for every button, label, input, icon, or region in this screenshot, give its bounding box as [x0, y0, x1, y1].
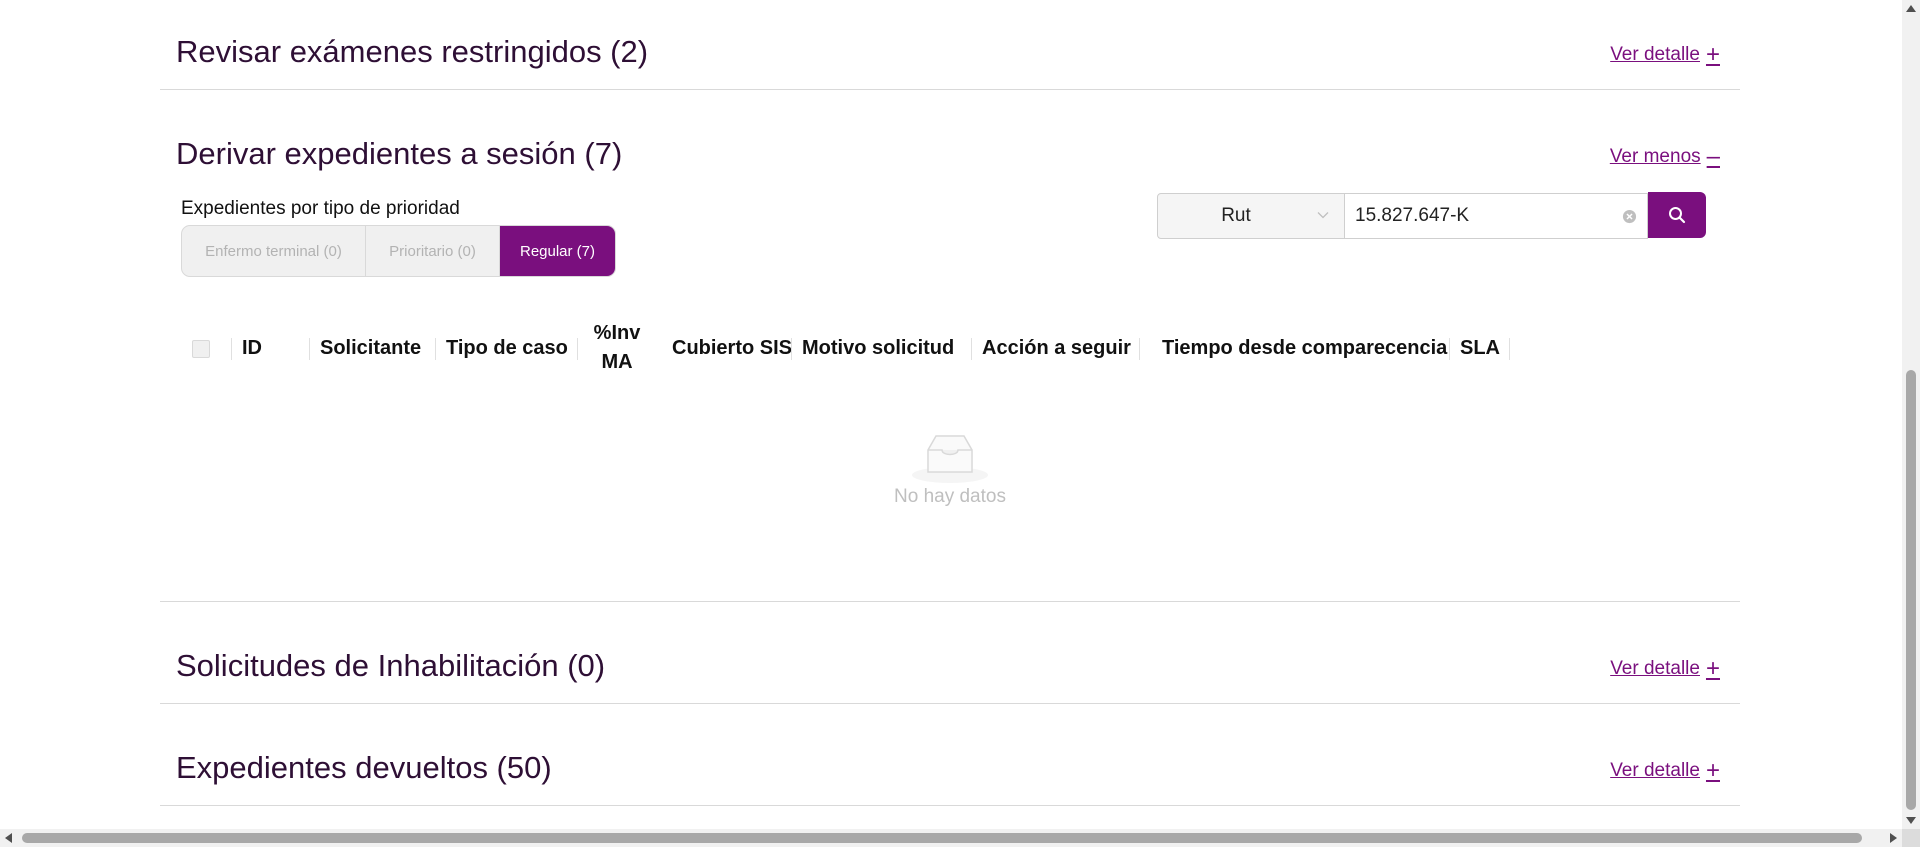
plus-icon: +: [1705, 757, 1720, 784]
link-label: Ver detalle: [1610, 658, 1700, 679]
section-header: Revisar exámenes restringidos (2) Ver de…: [160, 0, 1740, 89]
tab-regular[interactable]: Regular (7): [500, 226, 615, 276]
close-circle-icon[interactable]: [1622, 209, 1637, 224]
plus-icon: +: [1705, 41, 1720, 68]
search-type-select[interactable]: Rut: [1157, 193, 1345, 239]
vertical-scroll-thumb[interactable]: [1906, 370, 1916, 810]
scroll-left-arrow[interactable]: [5, 833, 12, 843]
view-detail-link[interactable]: Ver detalle +: [1610, 41, 1720, 68]
section-title: Expedientes devueltos (50): [176, 750, 552, 785]
col-header-id[interactable]: ID: [232, 318, 310, 378]
section-returned-files: Expedientes devueltos (50) Ver detalle +: [160, 704, 1740, 806]
section-inhabilitation: Solicitudes de Inhabilitación (0) Ver de…: [160, 602, 1740, 704]
section-derive-files: Derivar expedientes a sesión (7) Ver men…: [160, 90, 1740, 602]
content: Revisar exámenes restringidos (2) Ver de…: [160, 0, 1740, 806]
scrollbar-corner: [1902, 829, 1920, 847]
link-label: Ver detalle: [1610, 44, 1700, 65]
col-header-inv-ma[interactable]: %Inv MA: [578, 318, 656, 378]
select-all-cell: [170, 318, 232, 378]
scroll-down-arrow[interactable]: [1906, 817, 1916, 824]
link-label: Ver detalle: [1610, 760, 1700, 781]
col-header-tipo-caso[interactable]: Tipo de caso: [436, 318, 578, 378]
chevron-down-icon: [1317, 212, 1329, 219]
priority-label: Expedientes por tipo de prioridad: [181, 198, 460, 219]
col-header-motivo[interactable]: Motivo solicitud: [792, 318, 972, 378]
section-title: Revisar exámenes restringidos (2): [176, 34, 649, 69]
horizontal-scrollbar[interactable]: [0, 829, 1902, 847]
col-header-solicitante[interactable]: Solicitante: [310, 318, 436, 378]
search-group: Rut: [1157, 192, 1706, 239]
view-detail-link[interactable]: Ver detalle +: [1610, 655, 1720, 682]
section-header: Solicitudes de Inhabilitación (0) Ver de…: [160, 602, 1740, 703]
section-header: Expedientes devueltos (50) Ver detalle +: [160, 704, 1740, 805]
select-value: Rut: [1221, 205, 1251, 226]
search-button[interactable]: [1648, 192, 1706, 238]
section-body: Expedientes por tipo de prioridad Enferm…: [160, 90, 1740, 589]
select-all-checkbox[interactable]: [192, 340, 210, 358]
vertical-scrollbar[interactable]: [1902, 0, 1920, 829]
empty-inbox-icon: [912, 435, 988, 483]
col-header-accion[interactable]: Acción a seguir: [972, 318, 1140, 378]
section-restricted-exams: Revisar exámenes restringidos (2) Ver de…: [160, 0, 1740, 90]
search-input-wrapper: [1345, 193, 1648, 239]
search-input[interactable]: [1345, 194, 1615, 238]
page: Revisar exámenes restringidos (2) Ver de…: [0, 0, 1902, 829]
priority-segmented-control: Enfermo terminal (0) Prioritario (0) Reg…: [181, 225, 616, 277]
plus-icon: +: [1705, 655, 1720, 682]
col-header-tiempo[interactable]: Tiempo desde comparecencia: [1140, 318, 1450, 378]
tab-prioritario[interactable]: Prioritario (0): [366, 226, 500, 276]
horizontal-scroll-thumb[interactable]: [22, 833, 1862, 843]
view-detail-link[interactable]: Ver detalle +: [1610, 757, 1720, 784]
scroll-right-arrow[interactable]: [1890, 833, 1897, 843]
section-title: Solicitudes de Inhabilitación (0): [176, 648, 606, 683]
tab-enfermo-terminal[interactable]: Enfermo terminal (0): [182, 226, 366, 276]
scroll-up-arrow[interactable]: [1906, 5, 1916, 12]
col-header-sla[interactable]: SLA: [1450, 318, 1510, 378]
empty-text: No hay datos: [894, 486, 1006, 507]
search-icon: [1669, 207, 1686, 224]
col-header-cubierto-sis[interactable]: Cubierto SIS: [656, 318, 792, 378]
empty-state: No hay datos: [160, 430, 1740, 508]
